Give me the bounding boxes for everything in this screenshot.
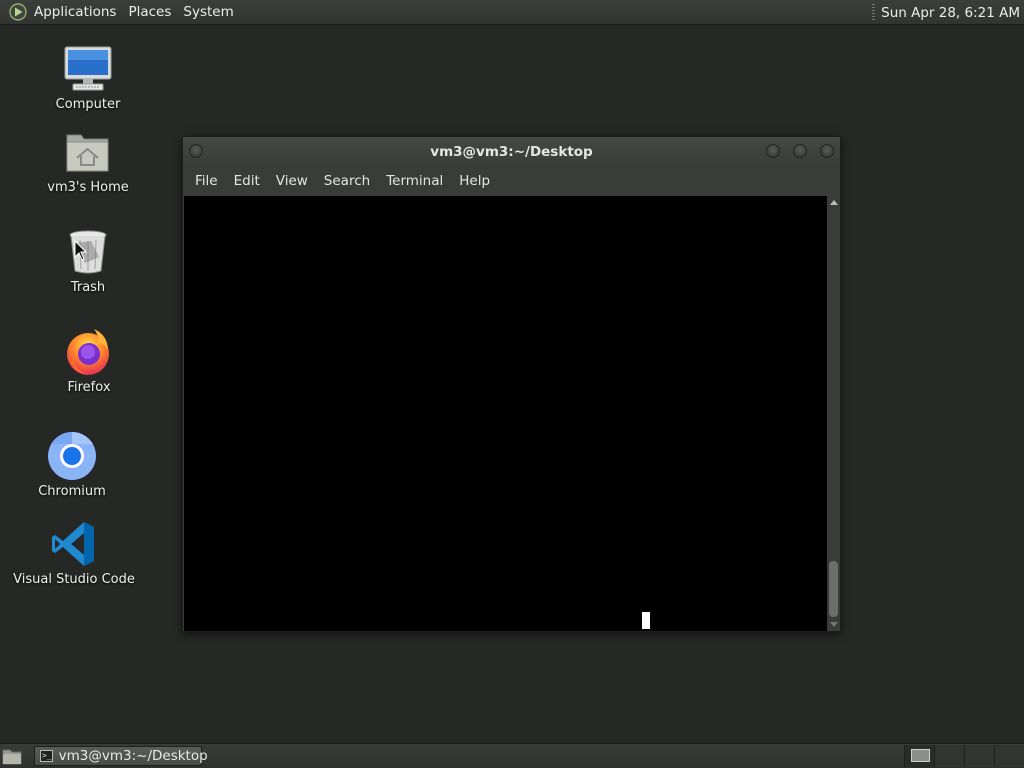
minimize-button[interactable] xyxy=(766,144,780,158)
desktop-icon-chromium[interactable]: Chromium xyxy=(12,431,132,499)
menu-places[interactable]: Places xyxy=(122,0,177,25)
desktop-icon-label: Firefox xyxy=(67,380,111,395)
show-desktop-icon[interactable] xyxy=(2,747,22,765)
window-titlebar[interactable]: vm3@vm3:~/Desktop xyxy=(183,137,840,167)
text-cursor xyxy=(642,612,650,629)
desktop-icon-label: Chromium xyxy=(38,484,106,499)
menu-system[interactable]: System xyxy=(177,0,239,25)
clock[interactable]: Sun Apr 28, 6:21 AM xyxy=(881,5,1024,21)
workspace-switcher[interactable] xyxy=(904,745,1024,767)
desktop-icon-home[interactable]: vm3's Home xyxy=(28,127,148,195)
menu-file[interactable]: File xyxy=(187,167,226,196)
terminal-scrollbar[interactable] xyxy=(827,196,840,631)
taskbar-button-label: vm3@vm3:~/Desktop xyxy=(58,748,208,764)
terminal-window[interactable]: vm3@vm3:~/Desktop File Edit View Search … xyxy=(182,136,841,632)
terminal-output-area[interactable] xyxy=(184,196,827,631)
menu-applications[interactable]: Applications xyxy=(28,0,122,25)
desktop-icon-label: vm3's Home xyxy=(47,180,129,195)
firefox-icon xyxy=(67,329,109,375)
chromium-icon xyxy=(48,432,96,480)
scrollbar-thumb[interactable] xyxy=(829,561,838,617)
desktop-icon-vscode[interactable]: Visual Studio Code xyxy=(13,519,135,587)
desktop-icon-label: Visual Studio Code xyxy=(13,572,135,587)
desktop-icon-label: Computer xyxy=(55,97,121,112)
vscode-icon xyxy=(52,522,94,566)
top-panel: Applications Places System Sun Apr 28, 6… xyxy=(0,0,1024,25)
menu-help[interactable]: Help xyxy=(451,167,498,196)
menu-view[interactable]: View xyxy=(268,167,316,196)
desktop-icon-label: Trash xyxy=(70,280,106,295)
maximize-button[interactable] xyxy=(793,144,807,158)
trash-icon xyxy=(69,230,107,274)
taskbar-terminal-button[interactable]: >_ vm3@vm3:~/Desktop xyxy=(34,746,208,766)
desktop-icon-trash[interactable]: Trash xyxy=(28,227,148,295)
workspace-3[interactable] xyxy=(964,745,994,767)
menu-edit[interactable]: Edit xyxy=(226,167,268,196)
workspace-1[interactable] xyxy=(904,745,934,767)
panel-handle xyxy=(872,4,876,21)
bottom-panel: >_ vm3@vm3:~/Desktop xyxy=(0,743,1024,768)
mouse-pointer-icon xyxy=(74,240,88,261)
scroll-up-arrow-icon[interactable] xyxy=(830,200,838,205)
desktop-icon-computer[interactable]: Computer xyxy=(28,44,148,112)
terminal-icon: >_ xyxy=(40,750,53,762)
applications-logo-icon[interactable] xyxy=(8,2,28,22)
menu-search[interactable]: Search xyxy=(316,167,378,196)
top-menu: Applications Places System xyxy=(0,0,240,25)
top-panel-right: Sun Apr 28, 6:21 AM xyxy=(872,0,1024,25)
terminal-menubar: File Edit View Search Terminal Help xyxy=(183,167,840,196)
close-button[interactable] xyxy=(820,144,834,158)
desktop-icon-firefox[interactable]: Firefox xyxy=(29,327,149,395)
menu-terminal[interactable]: Terminal xyxy=(378,167,451,196)
scroll-down-arrow-icon[interactable] xyxy=(830,622,838,627)
computer-icon xyxy=(64,46,112,91)
workspace-4[interactable] xyxy=(994,745,1024,767)
workspace-2[interactable] xyxy=(934,745,964,767)
home-folder-icon xyxy=(66,134,109,172)
window-title: vm3@vm3:~/Desktop xyxy=(430,144,593,160)
